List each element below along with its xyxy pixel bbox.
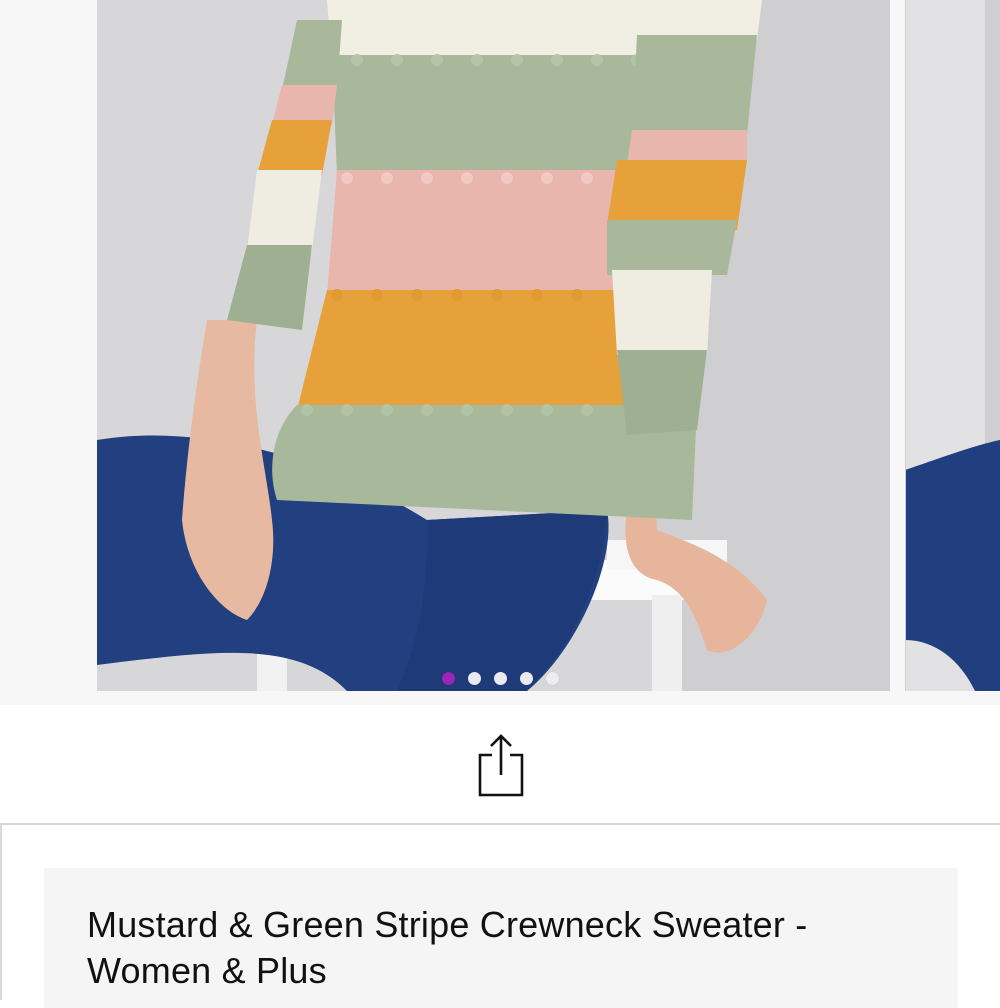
carousel-dot-3[interactable] xyxy=(493,672,507,685)
carousel-dot-5[interactable] xyxy=(545,672,559,685)
share-bar xyxy=(0,705,1000,825)
sweater-photo-next xyxy=(905,0,1000,691)
sweater-photo xyxy=(97,0,890,691)
carousel-dot-4[interactable] xyxy=(519,672,533,685)
carousel-dot-1[interactable] xyxy=(441,672,455,685)
product-image-next-peek[interactable] xyxy=(905,0,1000,691)
product-title-card: Mustard & Green Stripe Crewneck Sweater … xyxy=(44,868,958,1008)
carousel-dot-2[interactable] xyxy=(467,672,481,685)
carousel-pagination[interactable] xyxy=(0,672,1000,685)
product-image-carousel[interactable] xyxy=(0,0,1000,705)
share-icon xyxy=(478,734,524,797)
product-image-main[interactable] xyxy=(97,0,890,691)
product-title: Mustard & Green Stripe Crewneck Sweater … xyxy=(87,904,808,991)
share-button[interactable] xyxy=(478,733,524,797)
